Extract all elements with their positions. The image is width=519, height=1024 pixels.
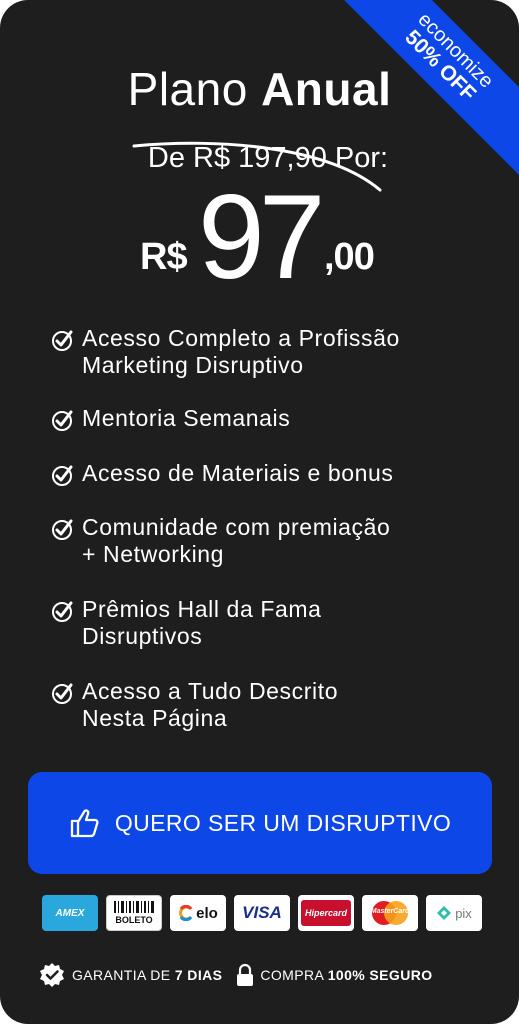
boleto-text: BOLETO [115, 915, 153, 925]
visa-logo: VISA [234, 895, 290, 931]
feature-text: Comunidade com premiação + Networking [82, 514, 391, 567]
feature-text: Acesso de Materiais e bonus [82, 460, 394, 486]
guarantee-bar: GARANTIA DE 7 DIAS COMPRA 100% SEGURO [38, 960, 488, 990]
plan-title-light: Plano [127, 63, 248, 115]
price-integer: 97 [198, 170, 326, 304]
cta-button[interactable]: QUERO SER UM DISRUPTIVO [28, 772, 492, 874]
mastercard-logo: MasterCard [362, 895, 418, 931]
check-icon [52, 683, 73, 704]
payment-methods: AMEX BOLETO elo VISA Hipercard MasterCar… [42, 895, 482, 931]
feature-text: Prêmios Hall da Fama Disruptivos [82, 596, 322, 649]
price-currency: R$ [140, 236, 188, 278]
secure-prefix: COMPRA [260, 967, 328, 983]
pix-text: pix [455, 905, 472, 921]
check-icon [52, 601, 73, 622]
elo-mark-icon [179, 905, 193, 921]
feature-item: Acesso a Tudo Descrito Nesta Página [50, 678, 338, 732]
barcode-icon [114, 901, 154, 913]
feature-text: Mentoria Semanais [82, 405, 291, 431]
secure-percent: 100% SEGURO [327, 967, 433, 983]
boleto-logo: BOLETO [106, 895, 162, 931]
feature-text: Acesso Completo a Profissão Marketing Di… [82, 325, 400, 378]
hipercard-text: Hipercard [304, 908, 348, 918]
pricing-card: economize 50% OFF Plano Anual De R$ 197,… [0, 0, 519, 1024]
cta-label: QUERO SER UM DISRUPTIVO [114, 809, 452, 836]
check-icon [52, 410, 73, 431]
check-icon [52, 330, 73, 351]
feature-text: Acesso a Tudo Descrito Nesta Página [82, 678, 339, 731]
warranty-days: 7 DIAS [174, 967, 223, 983]
check-icon [52, 465, 73, 486]
price-cents: ,00 [324, 236, 375, 278]
pix-logo: pix [426, 895, 482, 931]
amex-logo: AMEX [42, 895, 98, 931]
secure-text: COMPRA 100% SEGURO [260, 967, 432, 983]
hipercard-logo: Hipercard [298, 895, 354, 931]
plan-title-bold: Anual [261, 63, 392, 115]
feature-item: Acesso de Materiais e bonus [50, 460, 394, 487]
visa-text: VISA [242, 903, 282, 922]
elo-logo: elo [170, 895, 226, 931]
badge-check-icon [40, 963, 64, 987]
feature-item: Prêmios Hall da Fama Disruptivos [50, 596, 322, 650]
warranty-prefix: GARANTIA DE [72, 967, 175, 983]
check-icon [52, 519, 73, 540]
pix-mark-icon [437, 906, 452, 920]
mastercard-text: MasterCard [370, 908, 410, 915]
feature-item: Acesso Completo a Profissão Marketing Di… [50, 325, 400, 379]
plan-title: Plano Anual [0, 62, 519, 116]
feature-item: Comunidade com premiação + Networking [50, 514, 390, 568]
feature-item: Mentoria Semanais [50, 405, 290, 432]
amex-text: AMEX [55, 907, 85, 919]
thumbs-up-icon [70, 809, 99, 838]
elo-text: elo [196, 904, 218, 922]
warranty-text: GARANTIA DE 7 DIAS [72, 967, 222, 983]
padlock-icon [237, 963, 254, 986]
